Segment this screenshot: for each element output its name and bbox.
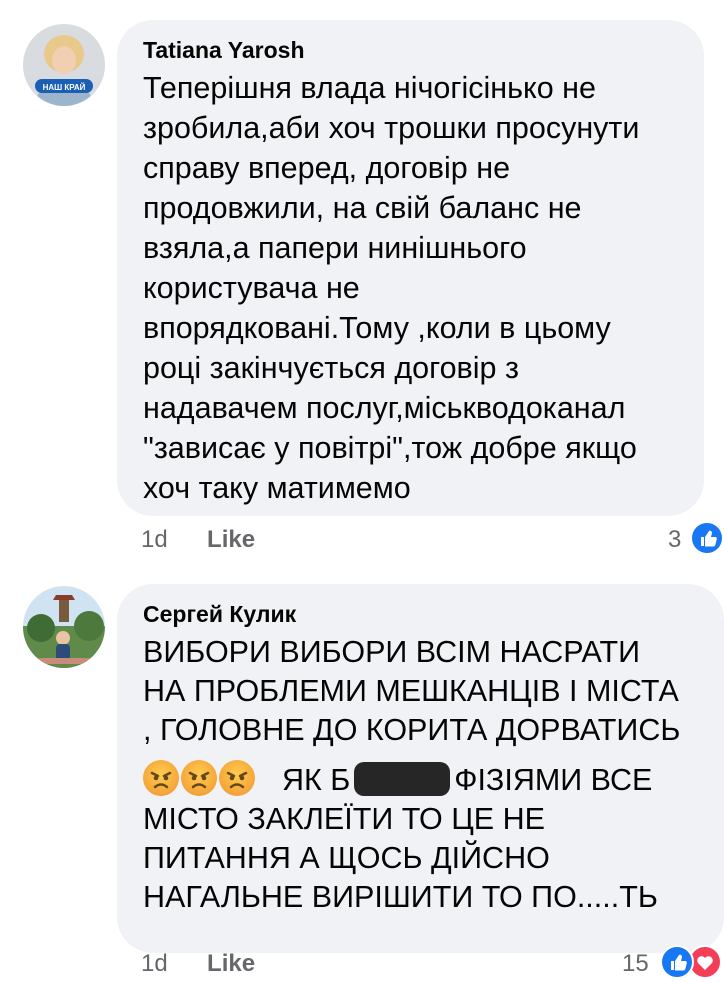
text-line: справу вперед, договір не	[143, 151, 511, 185]
avatar-badge-text: НАШ КРАЙ	[43, 83, 86, 92]
reaction-count[interactable]: 3	[668, 526, 681, 554]
comment-time[interactable]: 1d	[141, 950, 168, 977]
like-link[interactable]: Like	[207, 950, 255, 977]
like-icon	[690, 521, 724, 555]
reaction-count[interactable]: 15	[622, 950, 649, 978]
comment-bubble: Tatiana Yarosh Теперішня влада нічогісін…	[117, 20, 704, 516]
comment: Сергей Кулик ВИБОРИ ВИБОРИ ВСІМ НАСРАТИ …	[0, 570, 724, 979]
text-line: ПИТАННЯ А ЩОСЬ ДІЙСНО	[143, 841, 550, 875]
text-fragment: ФІЗІЯМИ ВСЕ	[454, 763, 653, 797]
comment-time[interactable]: 1d	[141, 526, 168, 553]
text-line: впорядковані.Тому ,коли в цьому	[143, 311, 611, 345]
comment-author[interactable]: Tatiana Yarosh	[143, 37, 305, 64]
comment-meta: 1d Like	[141, 526, 255, 554]
comment-bubble: Сергей Кулик ВИБОРИ ВИБОРИ ВСІМ НАСРАТИ …	[117, 584, 724, 953]
avatar[interactable]	[23, 586, 105, 668]
comment-meta: 1d Like	[141, 950, 255, 978]
text-line: зробила,аби хоч трошки просунути	[143, 111, 640, 145]
text-line: "зависає у повітрі",тож добре якщо	[143, 431, 637, 465]
angry-face-icon	[181, 760, 217, 796]
angry-face-icon	[219, 760, 255, 796]
avatar[interactable]: НАШ КРАЙ	[23, 24, 105, 106]
like-link[interactable]: Like	[207, 526, 255, 553]
comment-text: ВИБОРИ ВИБОРИ ВСІМ НАСРАТИ НА ПРОБЛЕМИ М…	[143, 633, 680, 917]
text-line: надавачем послуг,міськводоканал	[143, 391, 626, 425]
text-line: продовжили, на свій баланс не	[143, 191, 582, 225]
avatar-photo: НАШ КРАЙ	[23, 24, 105, 106]
avatar-photo	[23, 586, 105, 668]
like-icon	[660, 945, 694, 979]
text-line: МІСТО ЗАКЛЕЇТИ ТО ЦЕ НЕ	[143, 802, 545, 836]
text-line: Теперішня влада нічогісінько не	[143, 71, 596, 105]
text-line: хоч таку матимемо	[143, 471, 411, 505]
comment-text: Теперішня влада нічогісінько не зробила,…	[143, 68, 639, 508]
angry-face-icon	[143, 760, 179, 796]
text-line: ВИБОРИ ВИБОРИ ВСІМ НАСРАТИ	[143, 635, 641, 669]
text-line: ЯК Б ФІЗІЯМИ ВСЕ	[143, 760, 680, 800]
text-line: НАГАЛЬНЕ ВИРІШИТИ ТО ПО.....ТЬ	[143, 880, 658, 914]
text-line: взяла,а папери нинішнього	[143, 231, 527, 265]
text-line: НА ПРОБЛЕМИ МЕШКАНЦІВ І МІСТА	[143, 674, 679, 708]
redaction-mark	[354, 762, 451, 796]
text-line: році закінчується договір з	[143, 351, 519, 385]
text-fragment: ЯК Б	[281, 763, 351, 797]
text-line: , ГОЛОВНЕ ДО КОРИТА ДОРВАТИСЬ	[143, 713, 681, 747]
text-line: користувача не	[143, 271, 360, 305]
comment-author[interactable]: Сергей Кулик	[143, 601, 296, 628]
comment: НАШ КРАЙ Tatiana Yarosh Теперішня влада …	[0, 0, 724, 570]
